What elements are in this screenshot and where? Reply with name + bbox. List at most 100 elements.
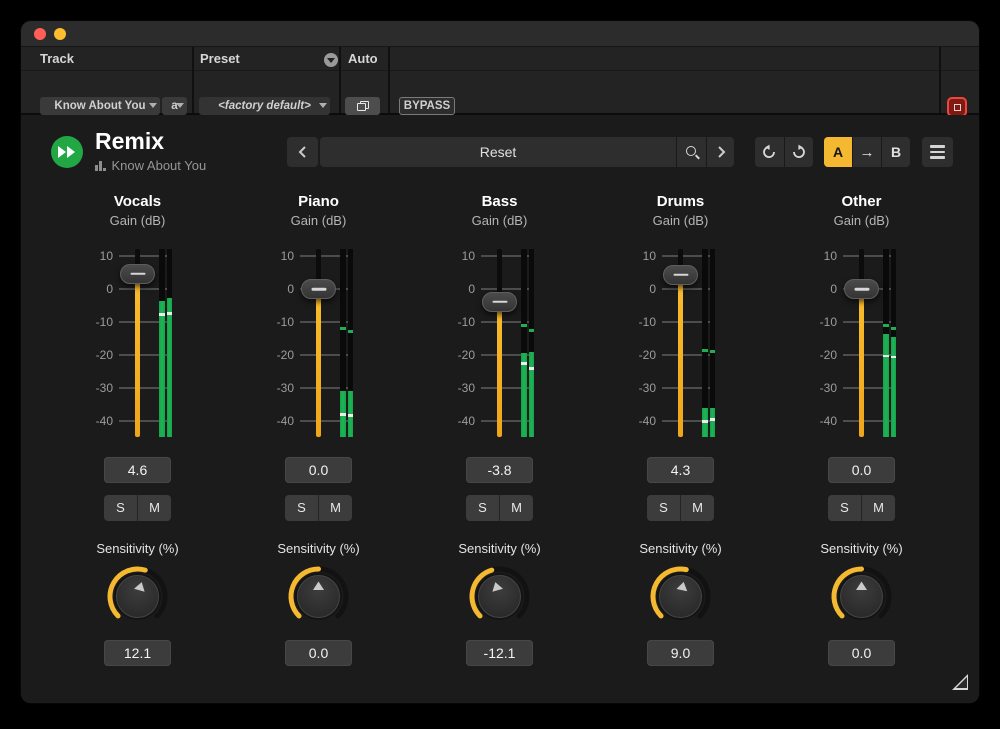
preset-bar: Reset xyxy=(320,137,734,167)
target-button[interactable] xyxy=(947,97,967,117)
solo-button[interactable]: S xyxy=(104,495,137,521)
meter-peak-line xyxy=(529,367,535,370)
channel-name: Piano xyxy=(228,193,409,210)
gain-value-field[interactable]: 4.3 xyxy=(647,457,714,483)
sensitivity-value-field[interactable]: 0.0 xyxy=(828,640,895,666)
bypass-button[interactable]: BYPASS xyxy=(399,97,455,115)
channel-strip: Other Gain (dB) 100-10-20-30-40 0.0 S M … xyxy=(771,190,952,666)
preset-search-button[interactable] xyxy=(676,137,706,167)
solo-mute-group: S M xyxy=(647,495,714,521)
solo-mute-group: S M xyxy=(828,495,895,521)
db-tick-label: -40 xyxy=(789,413,837,429)
section-divider xyxy=(192,47,194,113)
db-tick-label: 0 xyxy=(65,281,113,297)
sensitivity-label: Sensitivity (%) xyxy=(228,541,409,556)
gain-fader-fill xyxy=(678,275,683,437)
gain-value-field[interactable]: 0.0 xyxy=(285,457,352,483)
meter-peak-line xyxy=(883,355,889,358)
track-selector[interactable]: Know About You xyxy=(40,97,160,115)
close-button[interactable] xyxy=(34,28,46,40)
chevron-down-icon xyxy=(176,103,184,108)
gain-value-field[interactable]: 0.0 xyxy=(828,457,895,483)
undo-button[interactable] xyxy=(755,137,784,167)
menu-button[interactable] xyxy=(922,137,953,167)
sensitivity-knob[interactable] xyxy=(105,564,170,629)
auto-section-label: Auto xyxy=(348,51,378,66)
preset-prev-button[interactable] xyxy=(287,137,318,167)
db-tick-label: -40 xyxy=(427,413,475,429)
redo-button[interactable] xyxy=(784,137,814,167)
meter-peak-line xyxy=(167,312,173,315)
db-tick-label: -10 xyxy=(65,314,113,330)
meter-zone: 100-10-20-30-40 xyxy=(590,249,771,437)
minimize-button[interactable] xyxy=(54,28,66,40)
level-meter-left xyxy=(159,249,165,437)
sensitivity-knob[interactable] xyxy=(648,564,713,629)
sensitivity-value-field[interactable]: -12.1 xyxy=(466,640,533,666)
chrome-divider xyxy=(21,70,979,71)
gain-fader-handle[interactable] xyxy=(482,292,517,312)
meter-level-fill xyxy=(529,352,535,437)
gain-fader-handle[interactable] xyxy=(663,265,698,285)
meter-zone: 100-10-20-30-40 xyxy=(409,249,590,437)
gain-fader-handle[interactable] xyxy=(844,279,879,299)
sensitivity-value-field[interactable]: 12.1 xyxy=(104,640,171,666)
db-tick-label: -20 xyxy=(246,347,294,363)
sensitivity-knob[interactable] xyxy=(286,564,351,629)
gain-fader-handle[interactable] xyxy=(120,264,155,284)
resize-handle[interactable] xyxy=(952,674,968,690)
level-meter-left xyxy=(521,249,527,437)
level-meter-left xyxy=(702,249,708,437)
preset-selector-value: <factory default> xyxy=(218,100,311,112)
meter-peak-hold xyxy=(891,327,897,330)
db-tick-label: -30 xyxy=(427,380,475,396)
gain-label: Gain (dB) xyxy=(228,213,409,228)
meter-peak-line xyxy=(348,414,354,417)
gain-value-field[interactable]: 4.6 xyxy=(104,457,171,483)
mute-button[interactable]: M xyxy=(862,495,895,521)
auto-enable-button[interactable] xyxy=(345,97,380,115)
solo-button[interactable]: S xyxy=(285,495,318,521)
solo-button[interactable]: S xyxy=(466,495,499,521)
meter-level-fill xyxy=(710,408,716,437)
sensitivity-value-field[interactable]: 0.0 xyxy=(285,640,352,666)
mute-button[interactable]: M xyxy=(681,495,714,521)
mute-button[interactable]: M xyxy=(500,495,533,521)
track-selector-value: Know About You xyxy=(54,100,145,112)
preset-name-display[interactable]: Reset xyxy=(320,137,676,167)
meter-peak-line xyxy=(340,413,346,416)
track-section-label: Track xyxy=(40,51,74,66)
solo-button[interactable]: S xyxy=(647,495,680,521)
preset-selector[interactable]: <factory default> xyxy=(199,97,330,115)
solo-button[interactable]: S xyxy=(828,495,861,521)
gain-label: Gain (dB) xyxy=(47,213,228,228)
track-letter-selector[interactable]: a xyxy=(162,97,187,115)
sensitivity-knob[interactable] xyxy=(467,564,532,629)
gain-value-field[interactable]: -3.8 xyxy=(466,457,533,483)
meter-peak-hold xyxy=(883,324,889,327)
meter-peak-hold xyxy=(340,327,346,330)
db-tick-label: -40 xyxy=(608,413,656,429)
plugin-window: Track Preset Auto Know About You a Acon … xyxy=(21,21,979,703)
preset-menu-icon[interactable] xyxy=(324,53,338,67)
fast-forward-icon xyxy=(58,146,66,158)
hamburger-icon xyxy=(930,145,945,159)
gain-fader-handle[interactable] xyxy=(301,279,336,299)
level-meter-right xyxy=(529,249,535,437)
meter-peak-hold xyxy=(348,330,354,333)
sensitivity-knob[interactable] xyxy=(829,564,894,629)
sensitivity-label: Sensitivity (%) xyxy=(47,541,228,556)
section-divider xyxy=(939,47,941,113)
db-tick-label: 10 xyxy=(246,248,294,264)
ab-a-button[interactable]: A xyxy=(824,137,852,167)
db-tick-label: -30 xyxy=(608,380,656,396)
mute-button[interactable]: M xyxy=(138,495,171,521)
sensitivity-value-field[interactable]: 9.0 xyxy=(647,640,714,666)
mute-button[interactable]: M xyxy=(319,495,352,521)
ab-b-button[interactable]: B xyxy=(881,137,910,167)
db-tick-label: -40 xyxy=(65,413,113,429)
ab-copy-arrow-button[interactable]: → xyxy=(852,137,881,167)
channel-name: Vocals xyxy=(47,193,228,210)
meter-peak-line xyxy=(891,356,897,359)
preset-next-button[interactable] xyxy=(706,137,734,167)
